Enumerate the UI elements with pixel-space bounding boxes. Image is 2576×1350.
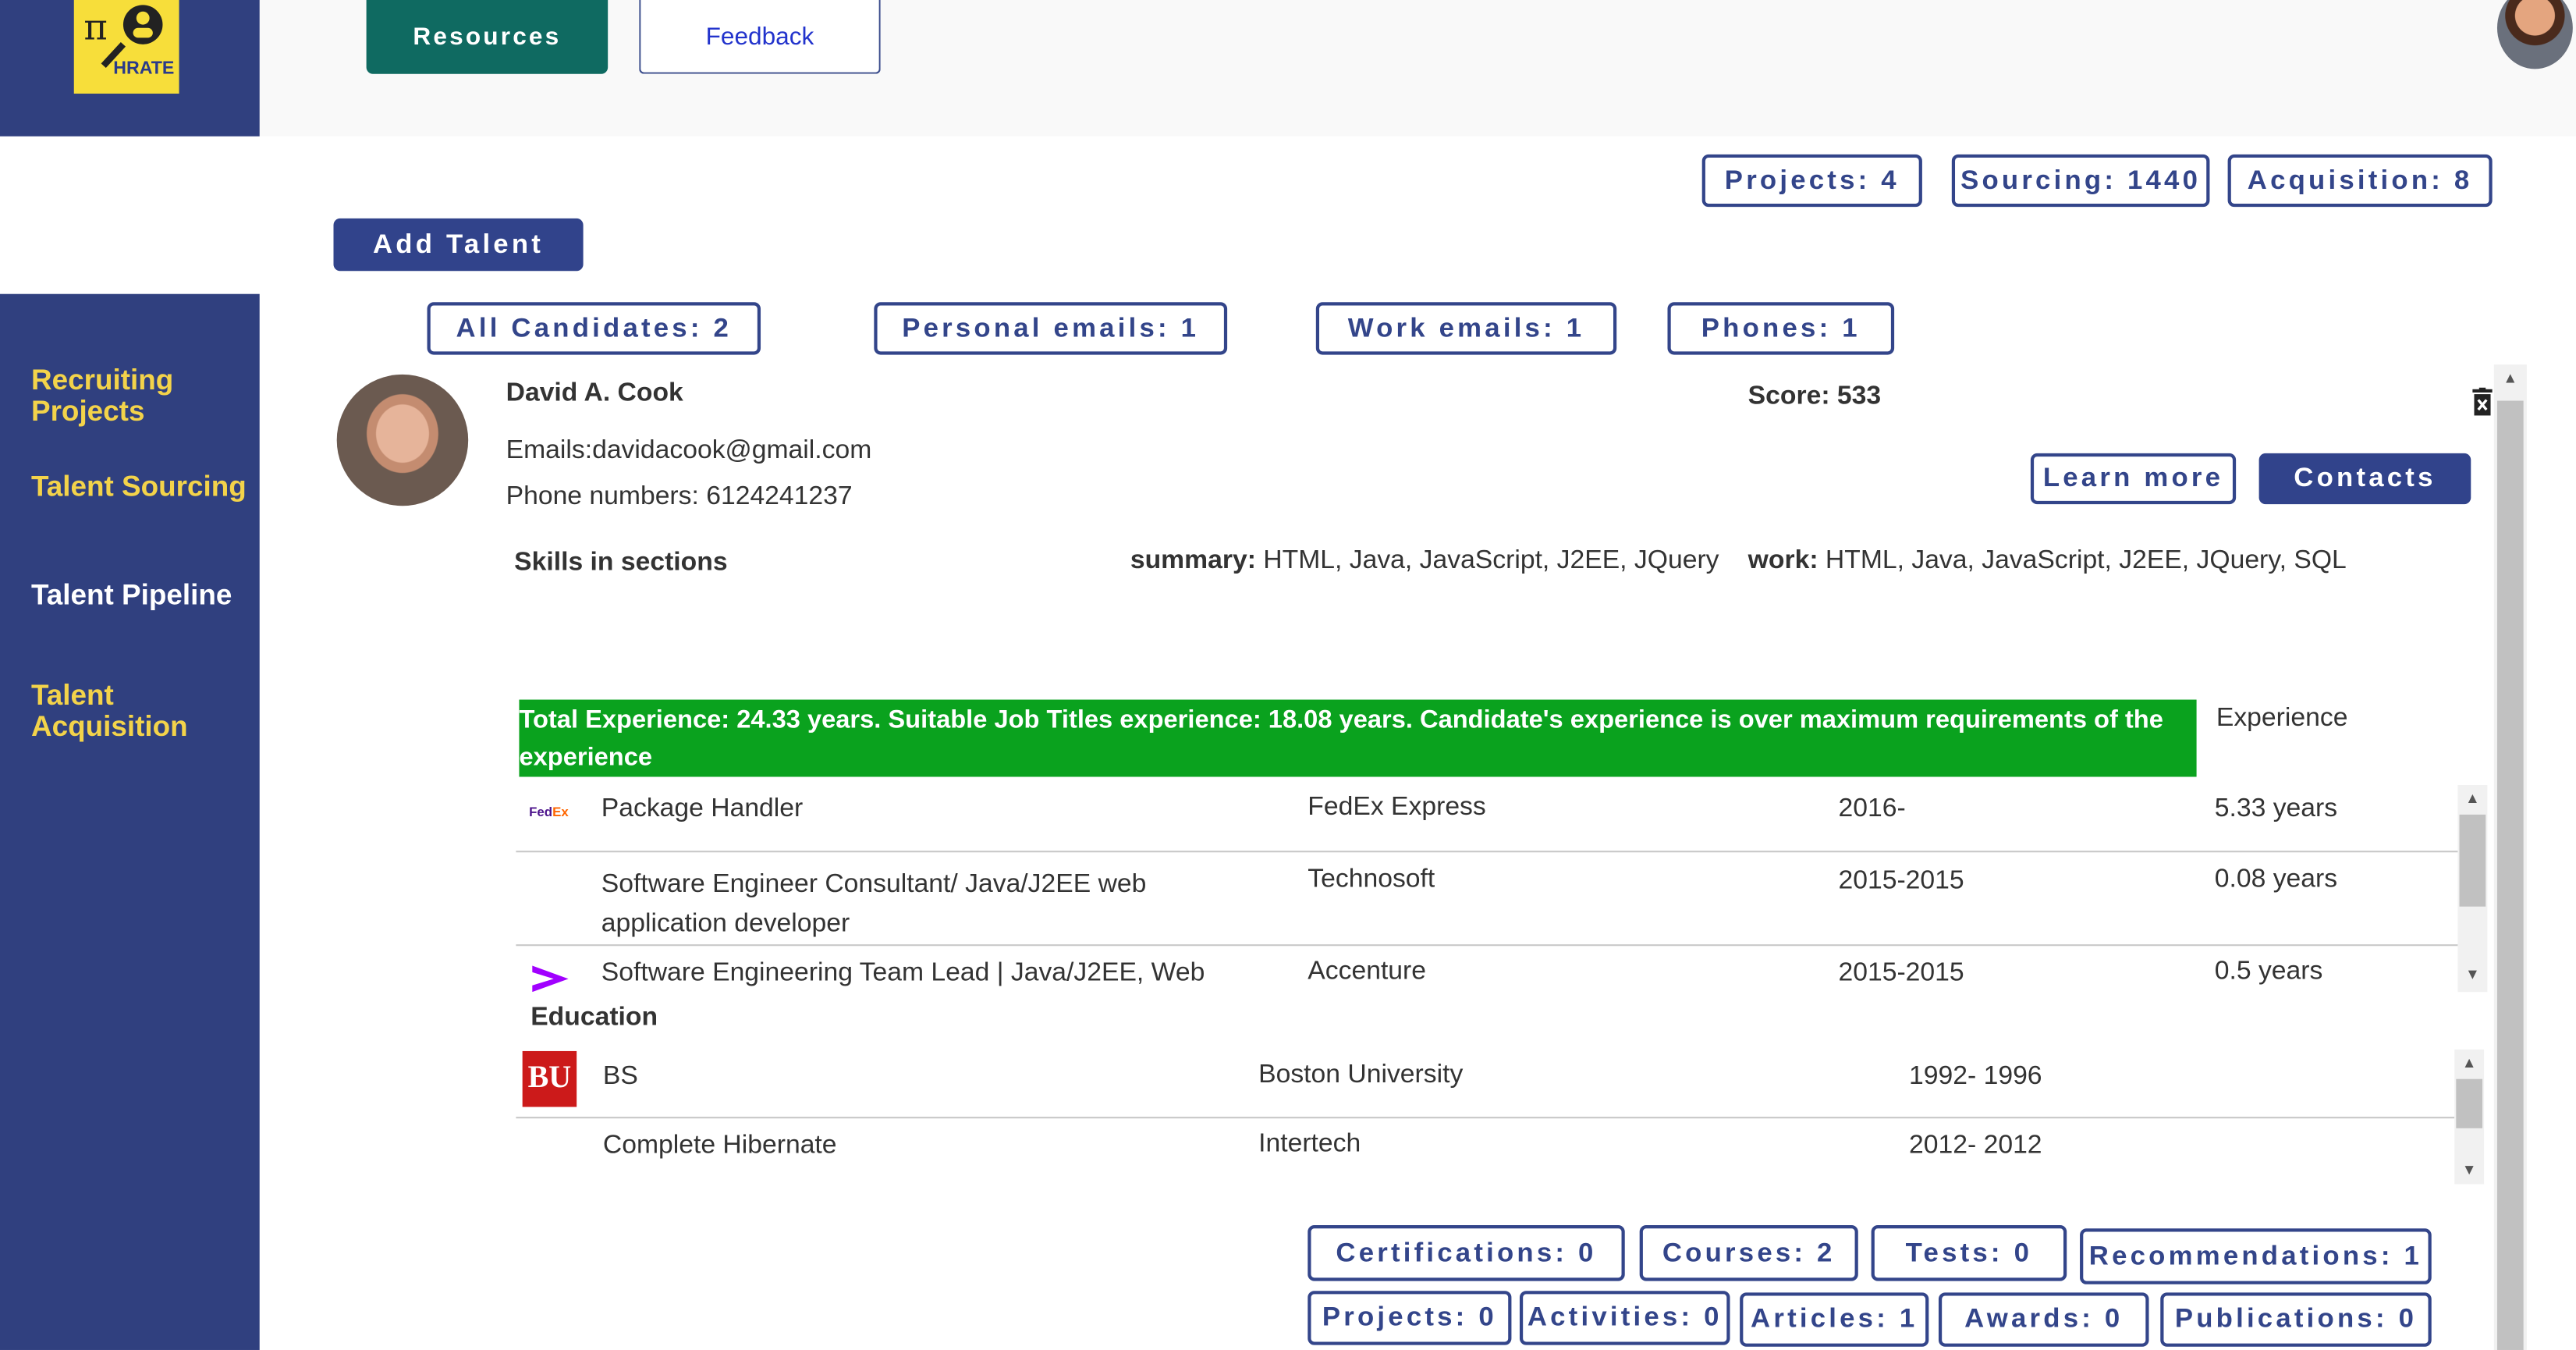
skills-summary-label: summary: [1130,546,1256,575]
education-list: BU BS Boston University 1992- 1996 Compl… [516,1045,2455,1186]
skills-work-value: HTML, Java, JavaScript, J2EE, JQuery, SQ… [1818,546,2347,575]
experience-scrollbar-thumb[interactable] [2459,814,2486,907]
candidate-emails[interactable]: Emails:davidacook@gmail.com [506,437,872,467]
resources-button[interactable]: Resources [366,0,609,74]
skills-title: Skills in sections [514,548,728,577]
logo-icon: π [83,5,163,69]
experience-title: Software Engineer Consultant/ Java/J2EE … [601,870,1147,938]
articles-button[interactable]: Articles: 1 [1740,1292,1929,1347]
sidebar-item-recruiting-projects[interactable]: Recruiting Projects [31,364,253,427]
experience-dates: 2015-2015 [1838,959,1964,987]
experience-duration: 5.33 years [2214,794,2338,823]
row-divider [516,1117,2455,1119]
recommendations-button[interactable]: Recommendations: 1 [2080,1228,2432,1284]
phones-filter[interactable]: Phones: 1 [1667,302,1895,355]
fedex-logo: FedEx [529,805,569,820]
svg-text:π: π [83,6,107,48]
experience-company: Accenture [1308,957,1427,986]
acquisition-stat-button[interactable]: Acquisition: 8 [2227,154,2493,208]
hrate-logo[interactable]: π HRATE [73,0,179,94]
scroll-up-icon[interactable]: ▲ [2494,368,2527,387]
education-title: Education [530,1003,658,1032]
experience-header: Experience [2216,704,2348,733]
education-school: Intertech [1258,1129,1361,1158]
experience-list: FedEx Package Handler FedEx Express 2016… [516,779,2487,993]
candidate-name[interactable]: David A. Cook [506,379,683,409]
experience-company: FedEx Express [1308,793,1486,822]
candidate-phones[interactable]: Phone numbers: 6124241237 [506,483,853,513]
skills-summary: summary: HTML, Java, JavaScript, J2EE, J… [1130,547,1719,577]
add-talent-button[interactable]: Add Talent [333,218,584,272]
awards-button[interactable]: Awards: 0 [1938,1292,2149,1347]
scroll-down-icon[interactable]: ▼ [2454,1160,2484,1179]
education-dates: 1992- 1996 [1909,1062,2042,1091]
education-school: Boston University [1258,1060,1464,1089]
sidebar: Recruiting Projects Talent Sourcing Tale… [0,293,260,1350]
experience-title: Software Engineering Team Lead | Java/J2… [601,959,1205,987]
publications-button[interactable]: Publications: 0 [2160,1292,2432,1347]
experience-scrollbar[interactable]: ▲ ▼ [2457,784,2488,993]
work-emails-filter[interactable]: Work emails: 1 [1315,302,1617,355]
scroll-up-icon[interactable]: ▲ [2454,1053,2484,1072]
certifications-button[interactable]: Certifications: 0 [1308,1225,1625,1281]
candidate-score: Score: 533 [1747,382,1882,411]
experience-dates: 2016- [1838,794,1906,823]
logo-area: π HRATE [0,0,260,137]
candidate-photo [336,374,469,506]
personal-emails-filter[interactable]: Personal emails: 1 [874,302,1228,355]
sidebar-item-talent-sourcing[interactable]: Talent Sourcing [31,471,253,503]
sourcing-stat-button[interactable]: Sourcing: 1440 [1951,154,2210,208]
row-divider [516,851,2458,853]
skills-work: work: HTML, Java, JavaScript, J2EE, JQue… [1748,547,2347,577]
page-scrollbar-thumb[interactable] [2496,400,2524,1350]
experience-banner: Total Experience: 24.33 years. Suitable … [519,699,2197,777]
feedback-button[interactable]: Feedback [639,0,881,74]
page-scrollbar[interactable]: ▲ [2493,364,2527,1350]
experience-duration: 0.5 years [2214,957,2323,986]
all-candidates-filter[interactable]: All Candidates: 2 [427,302,761,355]
sidebar-item-talent-acquisition[interactable]: Talent Acquisition [31,679,253,742]
skills-summary-value: HTML, Java, JavaScript, J2EE, JQuery [1255,546,1719,575]
delete-icon[interactable] [2471,387,2493,417]
education-degree: BS [602,1062,638,1091]
courses-button[interactable]: Courses: 2 [1639,1225,1858,1281]
tests-button[interactable]: Tests: 0 [1871,1225,2067,1281]
scroll-up-icon[interactable]: ▲ [2457,788,2487,808]
education-degree: Complete Hibernate [602,1132,837,1160]
row-divider [516,944,2458,947]
accenture-logo [530,962,570,993]
education-scrollbar-thumb[interactable] [2456,1078,2483,1128]
skills-work-label: work: [1747,546,1818,575]
activities-button[interactable]: Activities: 0 [1519,1291,1730,1345]
logo-text: HRATE [113,59,175,80]
experience-duration: 0.08 years [2214,865,2338,893]
experience-company: Technosoft [1308,865,1435,893]
contacts-button[interactable]: Contacts [2258,453,2471,505]
app-frame: π HRATE Resources Feedback Recruiting Pr… [0,0,2576,1350]
experience-title: Package Handler [601,794,804,823]
scroll-down-icon[interactable]: ▼ [2457,964,2487,983]
learn-more-button[interactable]: Learn more [2030,453,2237,505]
experience-dates: 2015-2015 [1838,867,1964,896]
projects-count-button[interactable]: Projects: 0 [1308,1291,1512,1345]
sidebar-item-talent-pipeline[interactable]: Talent Pipeline [31,579,253,611]
bu-logo: BU [522,1050,577,1107]
education-dates: 2012- 2012 [1909,1132,2042,1160]
projects-stat-button[interactable]: Projects: 4 [1701,154,1922,208]
education-scrollbar[interactable]: ▲ ▼ [2454,1049,2485,1185]
